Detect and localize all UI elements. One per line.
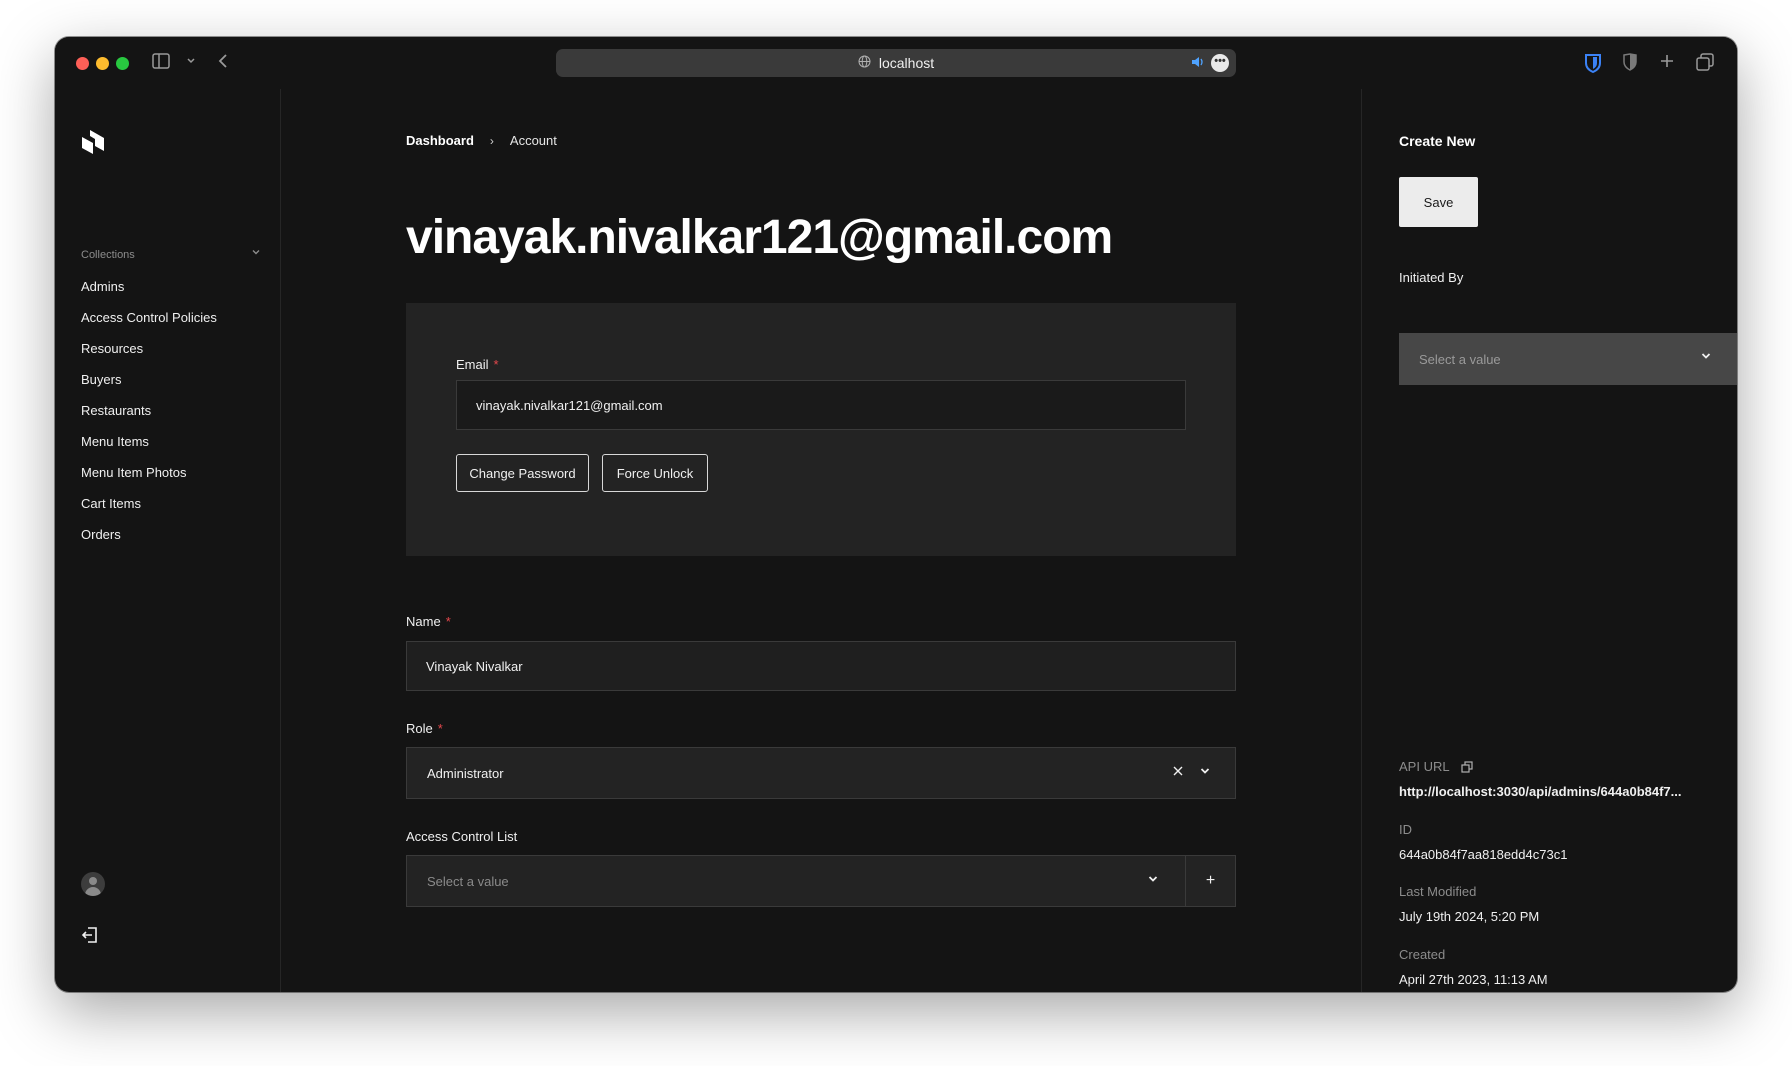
close-window-button[interactable]	[76, 57, 89, 70]
speaker-icon[interactable]	[1190, 54, 1206, 73]
address-bar[interactable]: localhost •••	[556, 49, 1236, 77]
force-unlock-button[interactable]: Force Unlock	[602, 454, 708, 492]
acl-label: Access Control List	[406, 829, 518, 844]
sidebar-item-menu-item-photos[interactable]: Menu Item Photos	[81, 465, 217, 496]
chevron-down-icon[interactable]	[1147, 873, 1159, 888]
api-url-link[interactable]: http://localhost:3030/api/admins/644a0b8…	[1399, 784, 1681, 799]
breadcrumb-dashboard-link[interactable]: Dashboard	[406, 133, 474, 148]
sidebar-item-orders[interactable]: Orders	[81, 527, 217, 558]
sidebar-toggle-icon[interactable]	[152, 53, 170, 75]
more-options-icon[interactable]: •••	[1211, 54, 1229, 72]
payload-logo-icon[interactable]	[81, 129, 105, 155]
change-password-button[interactable]: Change Password	[456, 454, 589, 492]
sidebar-item-restaurants[interactable]: Restaurants	[81, 403, 217, 434]
copy-icon[interactable]	[1461, 761, 1473, 773]
collections-label: Collections	[81, 249, 135, 261]
page-title: vinayak.nivalkar121@gmail.com	[406, 211, 1113, 264]
clear-selection-icon[interactable]	[1172, 765, 1184, 780]
back-icon[interactable]	[217, 53, 229, 75]
tab-overview-icon[interactable]	[1696, 53, 1714, 77]
breadcrumb-current: Account	[509, 133, 557, 148]
api-url-label: API URL	[1399, 759, 1473, 774]
acl-select[interactable]: Select a value +	[406, 855, 1236, 907]
initiated-by-select[interactable]: Select a value	[1399, 333, 1737, 385]
initiated-by-label: Initiated By	[1399, 270, 1464, 285]
acl-placeholder: Select a value	[427, 873, 509, 889]
document-sidebar: Create New Save Initiated By Select a va…	[1361, 89, 1737, 992]
collections-nav: Admins Access Control Policies Resources…	[81, 279, 217, 558]
chevron-down-icon[interactable]	[1700, 350, 1712, 365]
sidebar-item-admins[interactable]: Admins	[81, 279, 217, 310]
sidebar: Collections Admins Access Control Polici…	[55, 89, 281, 992]
bitwarden-shield-icon[interactable]	[1584, 53, 1602, 79]
chevron-down-icon[interactable]	[251, 247, 261, 260]
sidebar-item-menu-items[interactable]: Menu Items	[81, 434, 217, 465]
last-modified-label: Last Modified	[1399, 884, 1477, 899]
role-label: Role *	[406, 721, 443, 736]
email-label-text: Email	[456, 357, 489, 372]
browser-window: localhost ••• Collections Admins Access …	[55, 37, 1737, 992]
required-marker: *	[445, 614, 451, 629]
required-marker: *	[493, 357, 499, 372]
save-button[interactable]: Save	[1399, 177, 1478, 227]
last-modified-value: July 19th 2024, 5:20 PM	[1399, 909, 1540, 924]
id-label: ID	[1399, 822, 1412, 837]
browser-titlebar: localhost •••	[55, 37, 1737, 89]
email-label: Email *	[456, 357, 499, 372]
sidebar-item-access-control-policies[interactable]: Access Control Policies	[81, 310, 217, 341]
avatar[interactable]	[81, 872, 105, 896]
address-bar-url: localhost	[878, 55, 935, 71]
zoom-window-button[interactable]	[116, 57, 129, 70]
chevron-down-icon[interactable]	[1199, 765, 1211, 780]
avatar-body	[85, 887, 101, 896]
sidebar-item-resources[interactable]: Resources	[81, 341, 217, 372]
sidebar-item-buyers[interactable]: Buyers	[81, 372, 217, 403]
new-tab-icon[interactable]	[1659, 53, 1675, 72]
api-url-label-text: API URL	[1399, 759, 1450, 774]
id-value: 644a0b84f7aa818edd4c73c1	[1399, 847, 1568, 862]
auth-panel: Email * Change Password Force Unlock	[406, 303, 1236, 556]
minimize-window-button[interactable]	[96, 57, 109, 70]
email-field[interactable]	[456, 380, 1186, 430]
initiated-by-placeholder: Select a value	[1419, 351, 1501, 367]
created-value: April 27th 2023, 11:13 AM	[1399, 972, 1548, 987]
sidebar-item-cart-items[interactable]: Cart Items	[81, 496, 217, 527]
avatar-head	[89, 877, 97, 885]
breadcrumb: Dashboard › Account	[406, 133, 557, 148]
required-marker: *	[437, 721, 443, 736]
globe-icon	[858, 55, 871, 71]
name-label: Name *	[406, 614, 451, 629]
name-field[interactable]	[406, 641, 1236, 691]
privacy-shield-icon[interactable]	[1622, 53, 1638, 77]
name-label-text: Name	[406, 614, 441, 629]
logout-icon[interactable]	[81, 926, 99, 949]
role-selected-value: Administrator	[427, 765, 504, 781]
create-new-title: Create New	[1399, 133, 1476, 149]
created-label: Created	[1399, 947, 1446, 962]
role-select[interactable]: Administrator	[406, 747, 1236, 799]
role-label-text: Role	[406, 721, 433, 736]
chevron-down-icon[interactable]	[186, 53, 196, 77]
add-acl-button[interactable]: +	[1185, 856, 1235, 906]
breadcrumb-separator-icon: ›	[489, 133, 494, 148]
collections-header[interactable]: Collections	[81, 249, 261, 261]
